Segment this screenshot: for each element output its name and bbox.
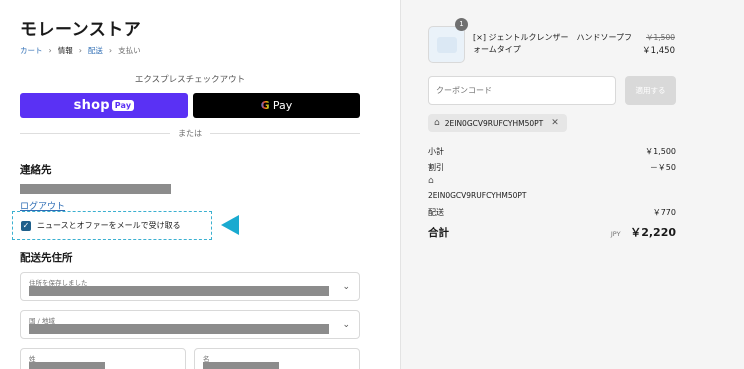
newsletter-checkbox[interactable]: ✓ xyxy=(21,220,31,231)
country-select[interactable]: 国 / 地域 ⌄ xyxy=(20,310,360,339)
redacted-address xyxy=(29,286,329,296)
breadcrumb-payment: 支払い xyxy=(118,46,141,55)
or-text: または xyxy=(178,128,202,138)
total-amount-group: JPY ￥2,220 xyxy=(611,224,676,240)
shipping-row: 配送 ￥770 xyxy=(428,207,676,218)
applied-code-chip: ⌂ 2EIN0GCV9RUFCYHM50PT ✕ xyxy=(428,114,567,132)
first-name-field[interactable]: 名 xyxy=(194,348,360,369)
product-thumbnail xyxy=(428,26,465,63)
breadcrumb-information: 情報 xyxy=(57,46,73,55)
total-value: ￥2,220 xyxy=(630,226,676,239)
or-divider: または xyxy=(20,127,360,139)
contact-heading: 連絡先 xyxy=(20,164,52,176)
subtotal-row: 小計 ￥1,500 xyxy=(428,146,676,157)
tag-icon: ⌂ xyxy=(434,118,440,128)
shipping-value: ￥770 xyxy=(652,208,676,217)
last-name-field[interactable]: 姓 xyxy=(20,348,186,369)
remove-code-icon[interactable]: ✕ xyxy=(551,118,559,128)
pointer-arrow-icon xyxy=(221,215,239,235)
discount-code: 2EIN0GCV9RUFCYHM50PT xyxy=(428,191,527,200)
discount-value: －￥50 xyxy=(649,163,676,172)
google-pay-button[interactable]: G Pay xyxy=(193,93,360,118)
total-label: 合計 xyxy=(428,227,449,239)
shipping-address-heading: 配送先住所 xyxy=(20,252,73,264)
currency-code: JPY xyxy=(610,230,621,238)
redacted-email xyxy=(20,184,171,194)
product-name: [×] ジェントルクレンザー ハンドソープフォームタイプ xyxy=(473,33,633,54)
chevron-right-icon: › xyxy=(78,46,82,55)
saved-address-select[interactable]: 住所を保存しました ⌄ xyxy=(20,272,360,301)
product-original-price: ￥1,500 xyxy=(646,33,675,42)
divider-line xyxy=(210,132,360,134)
chevron-down-icon: ⌄ xyxy=(342,320,350,330)
redacted-first-name xyxy=(203,362,279,369)
shop-pay-button[interactable]: shop Pay xyxy=(20,93,188,118)
chevron-down-icon: ⌄ xyxy=(342,282,350,292)
shop-pay-badge: Pay xyxy=(111,100,135,111)
express-checkout-title: エクスプレスチェックアウト xyxy=(134,75,246,85)
breadcrumb-shipping[interactable]: 配送 xyxy=(88,45,103,56)
product-price: ￥1,450 xyxy=(642,46,675,56)
newsletter-label: ニュースとオファーをメールで受け取る xyxy=(37,221,181,230)
order-summary: 1 [×] ジェントルクレンザー ハンドソープフォームタイプ ￥1,500 ￥1… xyxy=(400,0,744,369)
shop-pay-label: shop xyxy=(73,98,110,113)
subtotal-label: 小計 xyxy=(428,147,444,156)
redacted-country xyxy=(29,324,329,334)
divider-line xyxy=(20,132,170,134)
subtotal-value: ￥1,500 xyxy=(645,147,676,156)
google-pay-label: Pay xyxy=(272,99,293,112)
redacted-last-name xyxy=(29,362,105,369)
total-row: 合計 JPY ￥2,220 xyxy=(428,224,676,240)
newsletter-option[interactable]: ✓ ニュースとオファーをメールで受け取る xyxy=(12,211,212,240)
quantity-badge: 1 xyxy=(455,18,468,31)
apply-coupon-button[interactable]: 適用する xyxy=(625,76,676,105)
coupon-input[interactable]: クーポンコード xyxy=(428,76,616,105)
product-image xyxy=(437,37,457,53)
discount-tag-icon: ⌂ xyxy=(428,176,434,186)
chevron-right-icon: › xyxy=(48,46,52,55)
shipping-label: 配送 xyxy=(428,208,444,217)
discount-row: 割引 －￥50 xyxy=(428,162,676,173)
store-name[interactable]: モレーンストア xyxy=(20,15,141,40)
breadcrumb: カート › 情報 › 配送 › 支払い xyxy=(20,45,141,56)
chevron-right-icon: › xyxy=(108,46,113,55)
applied-code: 2EIN0GCV9RUFCYHM50PT xyxy=(444,118,544,128)
breadcrumb-cart[interactable]: カート xyxy=(20,45,43,56)
google-g-icon: G xyxy=(260,99,270,112)
discount-label: 割引 xyxy=(428,163,444,172)
checkout-main: モレーンストア カート › 情報 › 配送 › 支払い エクスプレスチェックアウ… xyxy=(0,0,400,369)
